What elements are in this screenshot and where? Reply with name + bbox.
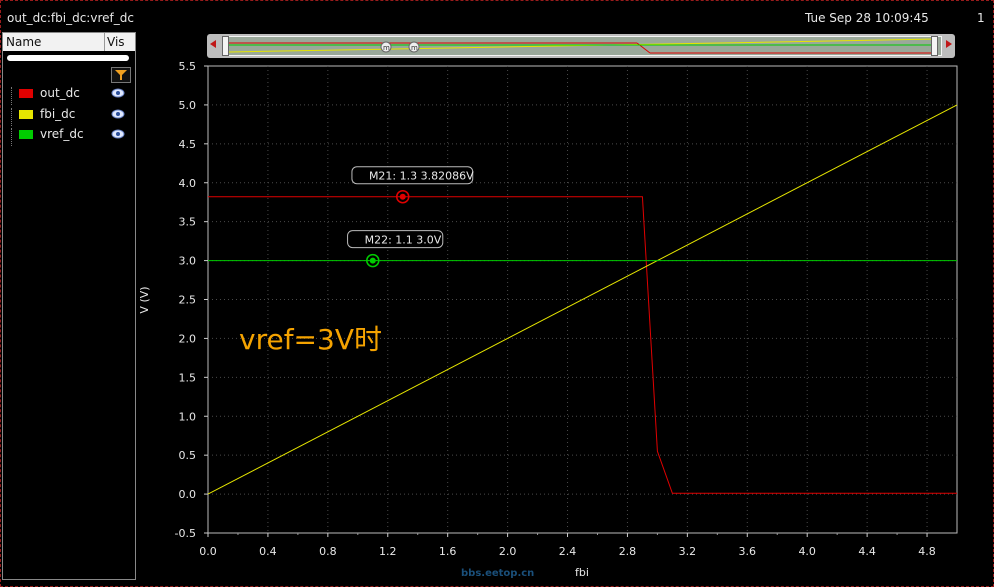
x-tick-label: 4.0	[798, 545, 816, 558]
y-tick-label: 2.0	[179, 332, 197, 345]
marker-dot	[399, 193, 406, 200]
annotation-text: vref=3V时	[239, 323, 382, 356]
y-tick-label: 1.0	[179, 410, 197, 423]
y-tick-label: 5.0	[179, 99, 197, 112]
y-tick-label: 3.0	[179, 255, 197, 268]
y-tick-label: 0.5	[179, 449, 197, 462]
y-tick-label: 1.5	[179, 371, 197, 384]
y-tick-label: 3.5	[179, 216, 197, 229]
x-tick-label: 1.2	[379, 545, 397, 558]
marker-label: M22: 1.1 3.0V	[365, 234, 442, 247]
y-tick-label: -0.5	[175, 527, 196, 540]
y-tick-label: 4.0	[179, 177, 197, 190]
x-tick-label: 0.4	[259, 545, 277, 558]
x-tick-label: 0.8	[319, 545, 337, 558]
x-tick-label: 4.8	[918, 545, 936, 558]
watermark: bbs.eetop.cn	[461, 568, 535, 579]
x-tick-label: 0.0	[199, 545, 217, 558]
y-tick-label: 0.0	[179, 488, 197, 501]
y-tick-label: 5.5	[179, 60, 197, 73]
x-axis-label: fbi	[575, 566, 589, 579]
marker-dot	[369, 257, 376, 264]
marker-label: M21: 1.3 3.82086V	[369, 170, 474, 183]
y-tick-label: 2.5	[179, 294, 197, 307]
waveform-plot: 0.0 0.4 0.8 1.2 1.6 2.0 2.4 2.8 3.2 3.6 4.0 4.4 4.8 5…	[138, 60, 958, 579]
x-tick-label: 2.0	[499, 545, 517, 558]
y-tick-label: 4.5	[179, 138, 197, 151]
x-tick-label: 2.8	[619, 545, 637, 558]
x-tick-label: 4.4	[858, 545, 876, 558]
x-tick-label: 3.2	[679, 545, 697, 558]
x-tick-label: 2.4	[559, 545, 577, 558]
y-axis-label: V (V)	[138, 286, 151, 313]
x-tick-label: 3.6	[739, 545, 757, 558]
x-tick-label: 1.6	[439, 545, 457, 558]
